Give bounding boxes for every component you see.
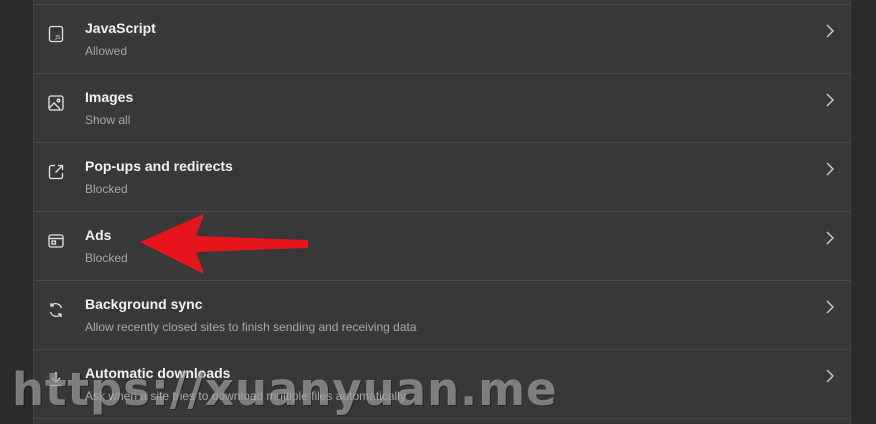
image-icon (47, 94, 65, 112)
chevron-right-icon (824, 23, 836, 39)
popup-icon (47, 163, 65, 181)
setting-title: Ads (85, 227, 112, 243)
chevron-right-icon (824, 92, 836, 108)
setting-title: Pop-ups and redirects (85, 158, 233, 174)
javascript-icon: JS (47, 25, 65, 43)
ads-icon (47, 232, 65, 250)
images-setting-row[interactable]: Images Show all (34, 74, 850, 143)
chevron-right-icon (824, 368, 836, 384)
javascript-setting-row[interactable]: JS JavaScript Allowed (34, 5, 850, 74)
setting-title: Images (85, 89, 134, 105)
setting-status: Allow recently closed sites to finish se… (85, 320, 417, 334)
sync-icon (47, 301, 65, 319)
setting-status: Blocked (85, 251, 128, 265)
site-permissions-panel: JS JavaScript Allowed Images Show all Po… (33, 0, 851, 424)
setting-status: Allowed (85, 44, 128, 58)
setting-status: Ask when a site tries to download multip… (85, 389, 406, 403)
chevron-right-icon (824, 299, 836, 315)
setting-title: JavaScript (85, 20, 156, 36)
chevron-right-icon (824, 161, 836, 177)
popups-setting-row[interactable]: Pop-ups and redirects Blocked (34, 143, 850, 212)
automatic-downloads-setting-row[interactable]: Automatic downloads Ask when a site trie… (34, 350, 850, 419)
chevron-right-icon (824, 230, 836, 246)
svg-text:JS: JS (54, 35, 61, 41)
download-icon (47, 370, 65, 388)
settings-page: JS JavaScript Allowed Images Show all Po… (0, 0, 876, 424)
ads-setting-row[interactable]: Ads Blocked (34, 212, 850, 281)
setting-title: Automatic downloads (85, 365, 231, 381)
setting-title: Background sync (85, 296, 203, 312)
setting-status: Blocked (85, 182, 128, 196)
background-sync-setting-row[interactable]: Background sync Allow recently closed si… (34, 281, 850, 350)
setting-status: Show all (85, 113, 131, 127)
